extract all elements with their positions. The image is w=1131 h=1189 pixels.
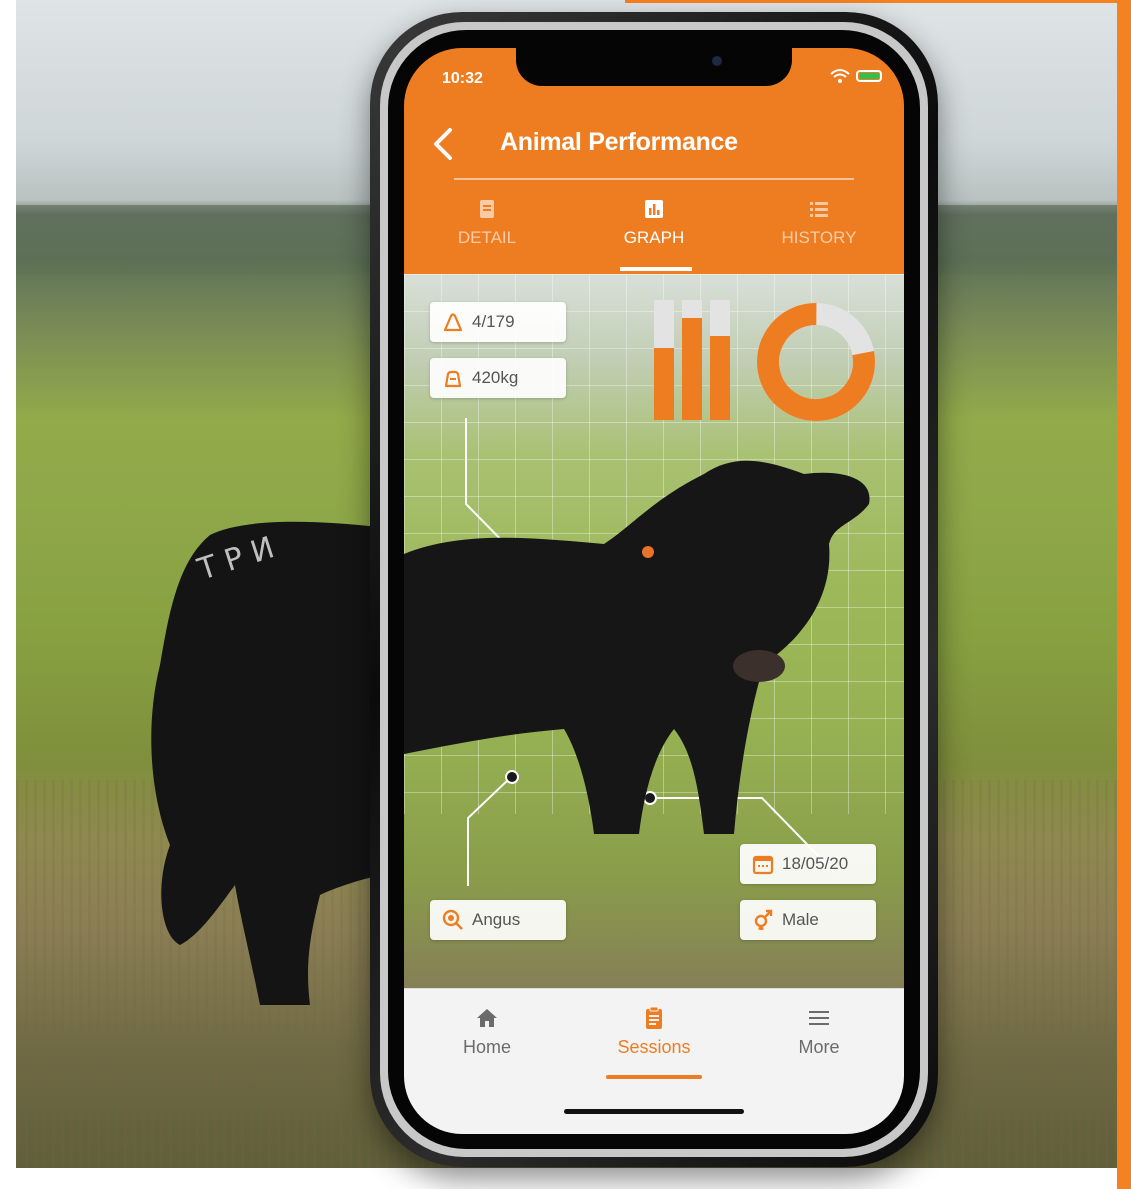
nav-sessions-label: Sessions	[617, 1037, 691, 1057]
document-icon	[480, 200, 494, 218]
calendar-icon	[752, 855, 774, 875]
phone-screen: 4/179 420kg 18/05/20 Male Angus 10:32 An…	[404, 48, 904, 1134]
home-indicator[interactable]	[564, 1109, 744, 1114]
tab-graph[interactable]: GRAPH	[579, 198, 729, 248]
graph-view: 4/179 420kg 18/05/20 Male Angus	[404, 274, 904, 988]
scale-icon	[444, 370, 462, 388]
status-time: 10:32	[442, 70, 483, 87]
nav-home-label: Home	[462, 1037, 511, 1057]
nav-home[interactable]: Home	[412, 1005, 562, 1058]
tab-history-label: HISTORY	[781, 228, 857, 247]
chevron-left-icon	[434, 128, 452, 160]
triangle-icon	[443, 313, 463, 332]
menu-icon	[809, 1011, 829, 1025]
clipboard-icon	[646, 1006, 662, 1029]
sex-value: Male	[782, 910, 819, 929]
header-divider	[454, 178, 854, 180]
tab-detail[interactable]: DETAIL	[412, 198, 562, 248]
orange-frame-right	[1117, 0, 1131, 1189]
active-nav-indicator	[606, 1075, 702, 1079]
active-tab-indicator	[620, 267, 692, 271]
weight-value: 420kg	[472, 368, 519, 387]
breed-chip: Angus	[430, 900, 566, 940]
breed-value: Angus	[472, 910, 521, 929]
home-icon	[477, 1009, 497, 1027]
status-icons	[830, 68, 882, 84]
camera-icon	[712, 56, 722, 66]
weight-chip: 420kg	[430, 358, 566, 398]
list-icon	[810, 202, 828, 217]
battery-icon	[856, 70, 882, 82]
tab-graph-label: GRAPH	[623, 228, 685, 247]
rank-value: 4/179	[472, 312, 515, 331]
bar-chart-icon	[645, 200, 663, 218]
wifi-icon	[830, 69, 850, 83]
back-button[interactable]	[430, 126, 460, 162]
date-value: 18/05/20	[782, 854, 849, 873]
rank-chip: 4/179	[430, 302, 566, 342]
sex-chip: Male	[740, 900, 876, 940]
nav-more-label: More	[798, 1037, 840, 1057]
magnifier-icon	[442, 909, 463, 930]
page-title: Animal Performance	[500, 128, 738, 156]
tab-history[interactable]: HISTORY	[744, 198, 894, 248]
nav-sessions[interactable]: Sessions	[579, 1005, 729, 1058]
gender-icon	[754, 909, 773, 930]
orange-frame-top	[625, 0, 1131, 3]
date-chip: 18/05/20	[740, 844, 876, 884]
bottom-nav: Home Sessions More	[404, 988, 904, 1134]
nav-more[interactable]: More	[744, 1005, 894, 1058]
tab-detail-label: DETAIL	[457, 228, 517, 247]
phone-notch	[516, 48, 792, 86]
